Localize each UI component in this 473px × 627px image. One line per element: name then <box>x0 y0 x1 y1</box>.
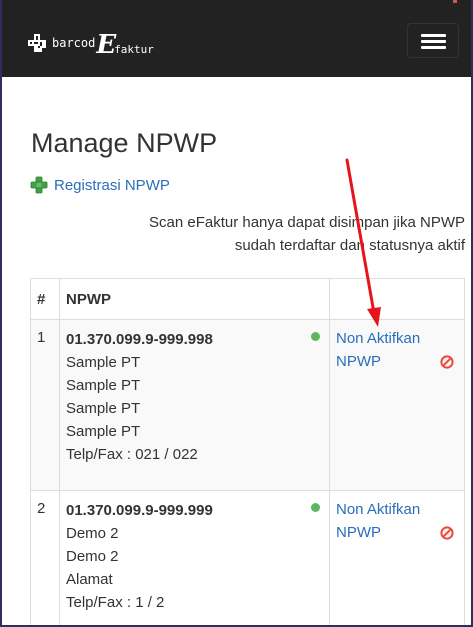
company-line: Sample PT <box>66 354 141 371</box>
navbar: barcod E faktur <box>2 0 471 77</box>
action-cell: Non Aktifkan NPWP <box>329 490 465 625</box>
company-line: Sample PT <box>66 377 141 394</box>
company-line: Sample PT <box>66 400 141 417</box>
info-line-1: Scan eFaktur hanya dapat disimpan jika N… <box>149 214 465 231</box>
window-edge-mark <box>453 0 457 3</box>
ban-icon[interactable] <box>440 526 454 540</box>
qr-code-icon <box>28 34 46 52</box>
brand-faktur-text: faktur <box>114 43 154 56</box>
register-npwp-link[interactable]: Registrasi NPWP <box>30 174 170 196</box>
header-number: # <box>30 278 60 320</box>
row-number: 1 <box>30 319 60 491</box>
table-row: 2 01.370.099.9-999.999 Demo 2 Demo 2 Ala… <box>30 490 465 625</box>
company-line: Alamat <box>66 571 113 588</box>
npwp-table: # NPWP 1 01.370.099.9-999.998 Sample PT … <box>30 278 465 625</box>
deactivate-label-line-2: NPWP <box>336 353 381 370</box>
company-line: Sample PT <box>66 423 141 440</box>
brand-barcode-text: barcod <box>52 36 96 50</box>
row-number: 2 <box>30 490 60 625</box>
action-cell: Non Aktifkan NPWP <box>329 319 465 491</box>
info-text: Scan eFaktur hanya dapat disimpan jika N… <box>62 211 465 257</box>
status-active-dot-icon <box>311 503 320 512</box>
deactivate-npwp-link[interactable]: Non Aktifkan NPWP <box>336 330 420 370</box>
hamburger-bar <box>421 40 446 43</box>
phone-fax-line: Telp/Fax : 021 / 022 <box>66 446 198 463</box>
company-line: Demo 2 <box>66 548 119 565</box>
table-header-row: # NPWP <box>30 278 465 320</box>
deactivate-label-line-1: Non Aktifkan <box>336 330 421 347</box>
npwp-cell: 01.370.099.9-999.999 Demo 2 Demo 2 Alama… <box>59 490 330 625</box>
ban-icon[interactable] <box>440 355 454 369</box>
page-title: Manage NPWP <box>31 128 218 158</box>
table-row: 1 01.370.099.9-999.998 Sample PT Sample … <box>30 319 465 491</box>
register-npwp-label: Registrasi NPWP <box>54 176 170 194</box>
hamburger-menu-icon <box>421 34 446 37</box>
npwp-number: 01.370.099.9-999.998 <box>66 331 213 348</box>
phone-fax-line: Telp/Fax : 1 / 2 <box>66 594 165 611</box>
company-line: Demo 2 <box>66 525 119 542</box>
deactivate-label-line-2: NPWP <box>336 524 381 541</box>
status-active-dot-icon <box>311 332 320 341</box>
deactivate-label-line-1: Non Aktifkan <box>336 501 421 518</box>
info-line-2: sudah terdaftar dan statusnya aktif <box>234 237 465 254</box>
app-frame: barcod E faktur Manage NPWP Registrasi N… <box>0 0 473 627</box>
npwp-number: 01.370.099.9-999.999 <box>66 502 213 519</box>
hamburger-menu-button[interactable] <box>407 23 459 58</box>
header-action <box>329 278 465 320</box>
hamburger-bar <box>421 46 446 49</box>
npwp-cell: 01.370.099.9-999.998 Sample PT Sample PT… <box>59 319 330 491</box>
header-npwp: NPWP <box>59 278 330 320</box>
deactivate-npwp-link[interactable]: Non Aktifkan NPWP <box>336 501 420 541</box>
brand-logo[interactable]: barcod E faktur <box>28 28 154 58</box>
green-plus-icon <box>30 176 48 194</box>
